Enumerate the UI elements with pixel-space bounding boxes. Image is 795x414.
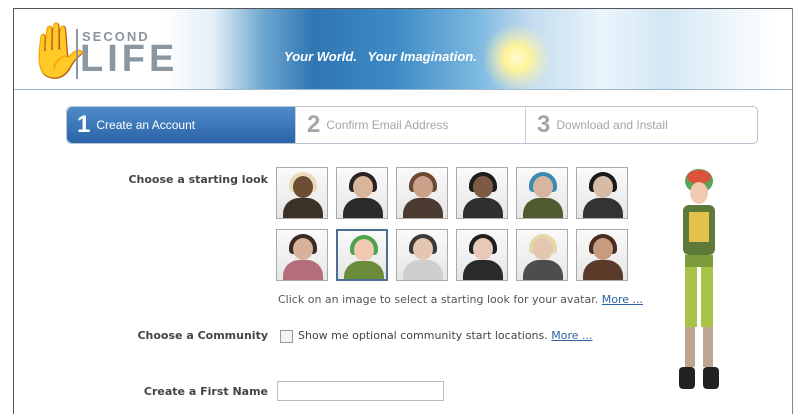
step-label: Create an Account <box>96 118 196 132</box>
avatar-face <box>533 176 553 198</box>
avatar-look-4[interactable] <box>456 167 508 219</box>
step-number: 3 <box>537 111 551 138</box>
avatar-look-5[interactable] <box>516 167 568 219</box>
avatar-face <box>473 238 493 260</box>
selected-avatar-preview <box>679 169 719 389</box>
first-name-label: Create a First Name <box>143 385 268 398</box>
hint-text: Click on an image to select a starting l… <box>278 293 599 306</box>
second-life-hand-logo-icon: ✋ <box>24 19 92 82</box>
community-checkbox[interactable] <box>280 330 293 343</box>
step-number: 2 <box>307 111 321 138</box>
avatar-body <box>403 198 443 218</box>
avatar-look-7[interactable] <box>276 229 328 281</box>
avatar-body <box>583 260 623 280</box>
avatar-look-6[interactable] <box>576 167 628 219</box>
avatar-body <box>523 260 563 280</box>
avatar-body <box>343 198 383 218</box>
starting-look-hint: Click on an image to select a starting l… <box>278 293 643 306</box>
step-download-install: 3 Download and Install <box>537 107 668 143</box>
avatar-look-3[interactable] <box>396 167 448 219</box>
step-divider <box>525 107 526 143</box>
signup-frame: ✋ SECOND LIFE Your World. Your Imaginati… <box>13 8 793 414</box>
avatar-body <box>523 198 563 218</box>
avatar-look-1[interactable] <box>276 167 328 219</box>
community-checkbox-text: Show me optional community start locatio… <box>298 329 548 342</box>
avatar-body <box>344 261 384 279</box>
avatar-look-10[interactable] <box>456 229 508 281</box>
step-number: 1 <box>77 111 91 138</box>
sun-graphic <box>482 23 552 93</box>
avatar-face <box>293 238 313 260</box>
avatar-face <box>413 176 433 198</box>
avatar-body <box>283 260 323 280</box>
avatar-body <box>463 260 503 280</box>
logo-life-text: LIFE <box>80 38 179 80</box>
avatar-look-8[interactable] <box>336 229 388 281</box>
first-name-input[interactable] <box>277 381 444 401</box>
avatar-body <box>583 198 623 218</box>
avatar-body <box>283 198 323 218</box>
step-confirm-email: 2 Confirm Email Address <box>307 107 448 143</box>
community-label: Choose a Community <box>137 329 268 342</box>
tagline: Your World. Your Imagination. <box>284 49 477 64</box>
avatar-face <box>593 176 613 198</box>
site-header: ✋ SECOND LIFE Your World. Your Imaginati… <box>14 9 792 93</box>
avatar-face <box>593 238 613 260</box>
logo-divider <box>76 29 78 79</box>
avatar-face <box>533 238 553 260</box>
step-divider <box>295 107 296 143</box>
starting-look-label: Choose a starting look <box>128 173 268 186</box>
community-more-link[interactable]: More ... <box>551 329 592 342</box>
signup-steps: 1 Create an Account 2 Confirm Email Addr… <box>66 106 758 144</box>
avatar-look-11[interactable] <box>516 229 568 281</box>
avatar-body <box>463 198 503 218</box>
avatar-look-9[interactable] <box>396 229 448 281</box>
step-label: Download and Install <box>556 118 668 132</box>
starting-look-more-link[interactable]: More ... <box>602 293 643 306</box>
avatar-look-12[interactable] <box>576 229 628 281</box>
step-label: Confirm Email Address <box>326 118 449 132</box>
step-create-account: 1 Create an Account <box>67 107 295 143</box>
avatar-face <box>413 238 433 260</box>
avatar-body <box>403 260 443 280</box>
community-checkbox-label: Show me optional community start locatio… <box>298 329 593 342</box>
avatar-face <box>354 239 374 261</box>
avatar-face <box>353 176 373 198</box>
avatar-face <box>293 176 313 198</box>
avatar-face <box>473 176 493 198</box>
avatar-look-2[interactable] <box>336 167 388 219</box>
